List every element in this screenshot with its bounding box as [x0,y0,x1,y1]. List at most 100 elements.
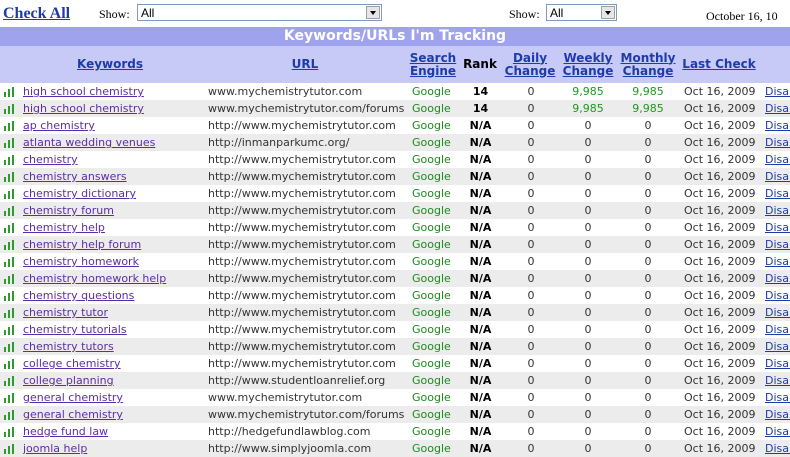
daily-change-cell: 0 [527,204,535,217]
keyword-link[interactable]: ap chemistry [23,117,95,134]
disable-link[interactable]: Disal [765,236,790,253]
keyword-link[interactable]: chemistry questions [23,287,134,304]
disable-link[interactable]: Disal [765,253,790,270]
keyword-link[interactable]: high school chemistry [23,83,144,100]
keyword-link[interactable]: chemistry help [23,219,105,236]
keyword-link[interactable]: college chemistry [23,355,121,372]
keyword-link[interactable]: chemistry help forum [23,236,141,253]
header-url[interactable]: URL [280,46,330,83]
disable-link[interactable]: Disal [765,168,790,185]
bar-chart-icon[interactable] [4,189,16,199]
bar-chart-icon[interactable] [4,393,16,403]
disable-link[interactable]: Disal [765,406,790,423]
keyword-link[interactable]: hedge fund law [23,423,108,440]
weekly-change-cell: 0 [584,374,592,387]
keyword-link[interactable]: chemistry dictionary [23,185,136,202]
weekly-change-cell: 0 [584,221,592,234]
bar-chart-icon[interactable] [4,87,16,97]
url-cell: www.mychemistrytutor.com/forums [208,102,405,115]
chevron-down-icon[interactable] [601,6,615,19]
daily-change-cell: 0 [527,119,535,132]
keyword-link[interactable]: general chemistry [23,406,123,423]
url-cell: http://www.mychemistrytutor.com [208,357,396,370]
bar-chart-icon[interactable] [4,121,16,131]
bar-chart-icon[interactable] [4,172,16,182]
disable-link[interactable]: Disal [765,134,790,151]
bar-chart-icon[interactable] [4,274,16,284]
show-filter-select[interactable]: All [137,4,382,21]
bar-chart-icon[interactable] [4,376,16,386]
disable-link[interactable]: Disal [765,270,790,287]
show-filter-select-2[interactable]: All [546,4,617,21]
disable-link[interactable]: Disal [765,372,790,389]
keyword-link[interactable]: chemistry homework help [23,270,166,287]
rank-cell: N/A [469,170,492,183]
disable-link[interactable]: Disal [765,287,790,304]
last-check-cell: Oct 16, 2009 [684,306,756,319]
disable-link[interactable]: Disal [765,304,790,321]
monthly-change-cell: 0 [644,391,652,404]
bar-chart-icon[interactable] [4,257,16,267]
keyword-link[interactable]: joomla help [23,440,87,457]
rank-cell: N/A [469,425,492,438]
keyword-link[interactable]: college planning [23,372,114,389]
search-engine-cell: Google [412,374,451,387]
disable-link[interactable]: Disal [765,389,790,406]
bar-chart-icon[interactable] [4,410,16,420]
bar-chart-icon[interactable] [4,325,16,335]
disable-link[interactable]: Disal [765,423,790,440]
disable-link[interactable]: Disal [765,219,790,236]
bar-chart-icon[interactable] [4,427,16,437]
url-cell: http://www.mychemistrytutor.com [208,119,396,132]
disable-link[interactable]: Disal [765,185,790,202]
monthly-change-cell: 0 [644,357,652,370]
keyword-link[interactable]: chemistry tutors [23,338,114,355]
disable-link[interactable]: Disal [765,355,790,372]
last-check-cell: Oct 16, 2009 [684,289,756,302]
disable-link[interactable]: Disal [765,83,790,100]
rank-cell: N/A [469,357,492,370]
bar-chart-icon[interactable] [4,206,16,216]
header-last-check[interactable]: Last Check [681,46,757,83]
keyword-link[interactable]: general chemistry [23,389,123,406]
search-engine-cell: Google [412,136,451,149]
bar-chart-icon[interactable] [4,240,16,250]
weekly-change-cell: 0 [584,391,592,404]
bar-chart-icon[interactable] [4,308,16,318]
bar-chart-icon[interactable] [4,223,16,233]
keyword-link[interactable]: high school chemistry [23,100,144,117]
bar-chart-icon[interactable] [4,444,16,454]
keyword-link[interactable]: chemistry tutorials [23,321,127,338]
disable-link[interactable]: Disal [765,338,790,355]
header-keywords[interactable]: Keywords [60,46,160,83]
disable-link[interactable]: Disal [765,440,790,457]
bar-chart-icon[interactable] [4,104,16,114]
keyword-link[interactable]: chemistry homework [23,253,139,270]
bar-chart-icon[interactable] [4,155,16,165]
header-daily-change[interactable]: Daily Change [504,46,556,83]
keyword-link[interactable]: chemistry answers [23,168,127,185]
disable-link[interactable]: Disal [765,202,790,219]
header-weekly-change[interactable]: Weekly Change [561,46,615,83]
bar-chart-icon[interactable] [4,138,16,148]
header-monthly-change[interactable]: Monthly Change [619,46,677,83]
disable-link[interactable]: Disal [765,321,790,338]
keyword-link[interactable]: chemistry forum [23,202,114,219]
keyword-link[interactable]: chemistry [23,151,78,168]
last-check-cell: Oct 16, 2009 [684,136,756,149]
disable-link[interactable]: Disal [765,100,790,117]
bar-chart-icon[interactable] [4,291,16,301]
rank-cell: N/A [469,153,492,166]
header-search-engine[interactable]: Search Engine [407,46,459,83]
bar-chart-icon[interactable] [4,359,16,369]
disable-link[interactable]: Disal [765,117,790,134]
last-check-cell: Oct 16, 2009 [684,170,756,183]
disable-link[interactable]: Disal [765,151,790,168]
bar-chart-icon[interactable] [4,342,16,352]
check-all-link[interactable]: Check All [3,5,70,23]
chevron-down-icon[interactable] [366,6,380,19]
table-row: college planning http://www.studentloanre… [0,372,790,389]
last-check-cell: Oct 16, 2009 [684,425,756,438]
keyword-link[interactable]: chemistry tutor [23,304,108,321]
keyword-link[interactable]: atlanta wedding venues [23,134,155,151]
